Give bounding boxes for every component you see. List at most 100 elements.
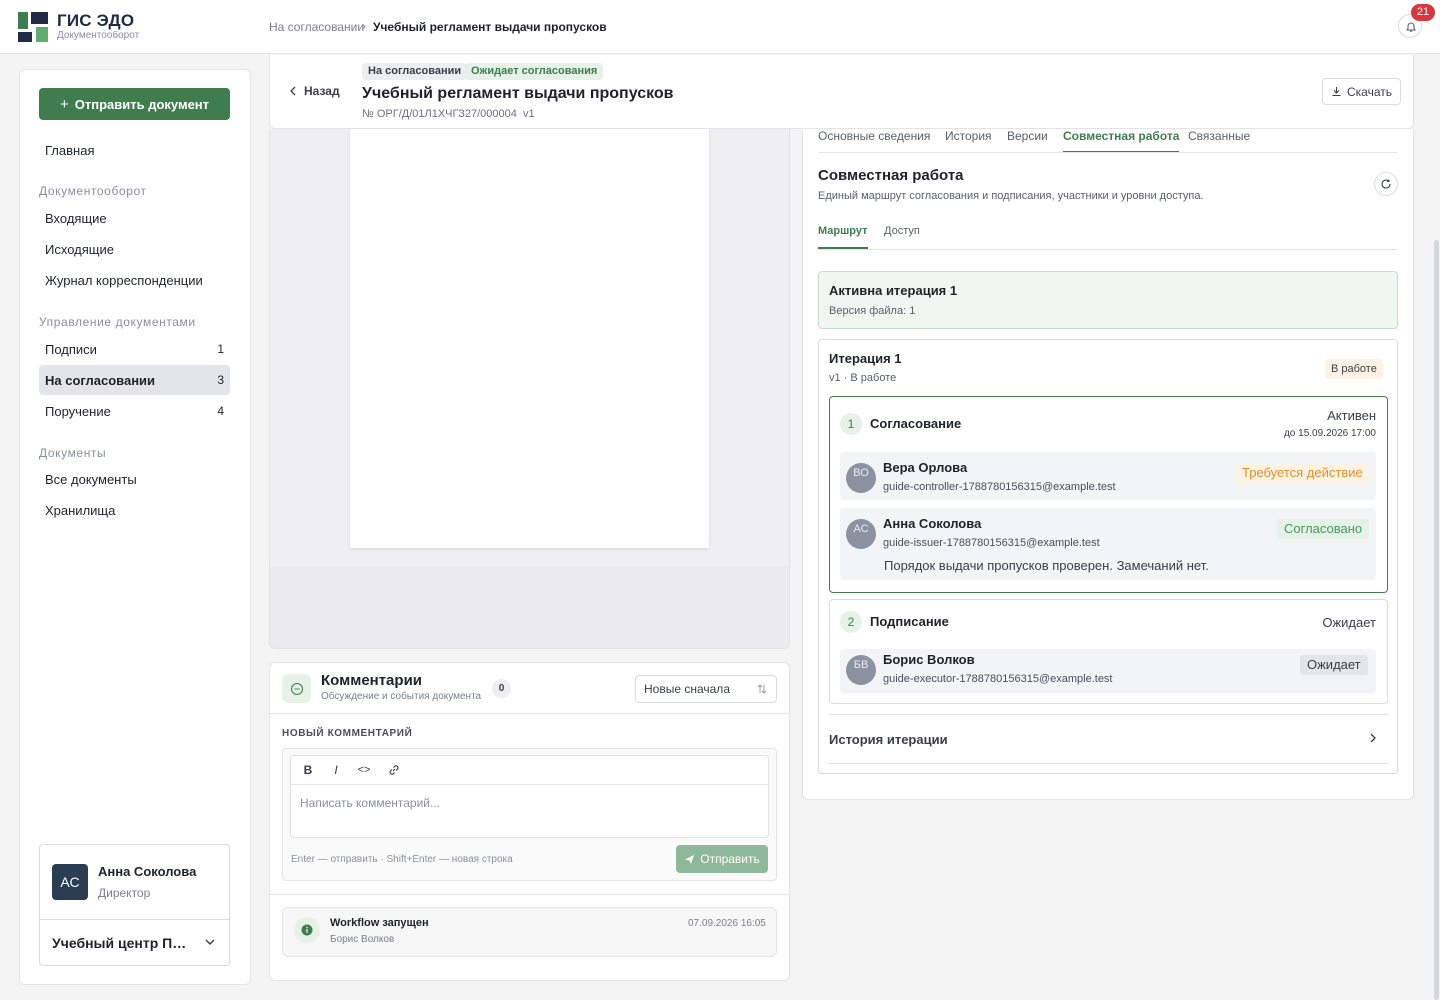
user-role: Директор	[98, 886, 151, 900]
submit-label: Отправить	[700, 852, 760, 866]
comment-input[interactable]: Написать комментарий...	[300, 796, 440, 810]
sidebar-section-title: Документооборот	[39, 184, 147, 198]
tab-versions[interactable]: Версии	[1007, 129, 1048, 153]
sidebar-item-label: Хранилища	[45, 502, 116, 518]
refresh-icon[interactable]	[1374, 172, 1398, 196]
participant-name: Анна Соколова	[883, 516, 982, 531]
new-comment-label: НОВЫЙ КОММЕНТАРИЙ	[282, 728, 413, 739]
divider	[291, 784, 768, 785]
tab-route[interactable]: Маршрут	[818, 225, 868, 249]
chevron-down-icon[interactable]	[202, 934, 218, 950]
tab-access[interactable]: Доступ	[884, 225, 920, 249]
sort-select[interactable]: Новые сначала	[635, 675, 777, 703]
sidebar-item-storage[interactable]: Хранилища	[39, 495, 230, 525]
sidebar-item-all-documents[interactable]: Все документы	[39, 464, 230, 494]
code-button[interactable]: <>	[355, 762, 373, 778]
active-iteration-title: Активна итерация 1	[829, 283, 958, 298]
sidebar-item-label: Журнал корреспонденции	[45, 272, 203, 288]
sidebar-item-label: Входящие	[45, 210, 107, 226]
sidebar-item-assignments[interactable]: Поручение 4	[39, 396, 230, 426]
italic-button[interactable]: I	[327, 762, 345, 778]
avatar: ВО	[846, 463, 876, 493]
divider	[818, 152, 1398, 153]
org-selector[interactable]: Учебный центр Пропусков	[52, 935, 192, 951]
brand-name: ГИС ЭДО	[57, 11, 135, 30]
participant-name: Вера Орлова	[883, 460, 968, 475]
event-item	[282, 907, 777, 957]
chat-icon	[282, 674, 311, 703]
top-bar	[0, 0, 1440, 54]
event-author: Борис Волков	[330, 934, 395, 945]
back-button[interactable]: Назад	[288, 84, 340, 98]
avatar[interactable]: АС	[52, 864, 88, 900]
sidebar-item-signatures[interactable]: Подписи 1	[39, 334, 230, 364]
sidebar-item-count: 4	[217, 404, 224, 418]
send-document-button[interactable]: + Отправить документ	[39, 88, 230, 120]
sidebar-item-home[interactable]: Главная	[39, 135, 230, 165]
divider	[829, 714, 1388, 715]
breadcrumb-current: Учебный регламент выдачи пропусков	[373, 20, 607, 34]
iteration-title: Итерация 1	[829, 351, 902, 366]
comments-count-badge: 0	[492, 679, 511, 698]
sidebar-item-journal[interactable]: Журнал корреспонденции	[39, 265, 230, 295]
submit-comment-button[interactable]: Отправить	[676, 845, 768, 873]
active-iteration-banner	[818, 271, 1398, 329]
sidebar-section-title: Документы	[39, 446, 107, 460]
sidebar-item-outgoing[interactable]: Исходящие	[39, 234, 230, 264]
tab-main-info[interactable]: Основные сведения	[818, 129, 930, 153]
send-document-label: Отправить документ	[74, 96, 210, 112]
logo-icon[interactable]	[18, 12, 50, 42]
participant-email: guide-controller-1788780156315@example.t…	[883, 481, 1116, 493]
participant-email: guide-issuer-1788780156315@example.test	[883, 537, 1100, 549]
scrollbar[interactable]	[1434, 240, 1439, 1000]
iteration-subtitle: v1 · В работе	[829, 372, 897, 384]
file-version: Версия файла: 1	[829, 305, 916, 317]
sidebar-item-incoming[interactable]: Входящие	[39, 203, 230, 233]
chevron-right-icon[interactable]	[1366, 731, 1380, 745]
send-icon	[685, 854, 695, 864]
bold-button[interactable]: B	[299, 762, 317, 778]
sidebar-item-label: Подписи	[45, 341, 97, 357]
divider	[829, 763, 1388, 764]
sort-value: Новые сначала	[644, 682, 730, 696]
status-badge: На согласовании	[362, 63, 468, 80]
link-icon[interactable]	[385, 762, 403, 778]
participant-name: Борис Волков	[883, 652, 975, 667]
tab-collaboration[interactable]: Совместная работа	[1063, 129, 1180, 153]
sidebar-item-label: Все документы	[45, 471, 137, 487]
divider	[818, 249, 1398, 250]
page-title: Учебный регламент выдачи пропусков	[362, 85, 674, 102]
stage-name: Подписание	[870, 614, 949, 629]
plus-icon: +	[59, 95, 69, 113]
sidebar-item-approval[interactable]: На согласовании 3	[39, 365, 230, 395]
stage-number: 2	[840, 611, 862, 633]
sidebar-section-title: Управление документами	[39, 315, 196, 329]
stage-state: Активен	[1327, 408, 1376, 423]
info-icon	[294, 917, 320, 943]
stage-number: 1	[840, 413, 862, 435]
document-page	[350, 129, 709, 548]
iteration-history-toggle[interactable]: История итерации	[829, 732, 948, 747]
tab-history[interactable]: История	[945, 129, 992, 153]
participant-status-badge: Требуется действие	[1235, 463, 1370, 483]
stage-state: Ожидает	[1322, 615, 1376, 630]
event-title: Workflow запущен	[330, 917, 429, 929]
notification-count-badge: 21	[1411, 4, 1435, 21]
download-button[interactable]: Скачать	[1322, 78, 1401, 105]
tab-related[interactable]: Связанные	[1188, 129, 1250, 153]
divider	[270, 713, 789, 714]
comments-subtitle: Обсуждение и события документа	[321, 691, 482, 702]
section-title: Совместная работа	[818, 167, 964, 184]
avatar: АС	[846, 519, 876, 549]
participant-comment: Порядок выдачи пропусков проверен. Замеч…	[884, 558, 1209, 573]
event-time: 07.09.2026 16:05	[688, 918, 766, 929]
chevron-left-icon	[290, 86, 296, 96]
document-number: № ОРГ/Д/01Л1ХЧГЗ27/000004 v1	[362, 108, 535, 120]
sidebar-item-count: 3	[217, 373, 224, 387]
participant-email: guide-executor-1788780156315@example.tes…	[883, 673, 1113, 685]
participant-status-badge: Согласовано	[1277, 519, 1370, 539]
divider	[39, 919, 230, 920]
breadcrumb-parent[interactable]: На согласовании	[269, 20, 364, 34]
section-description: Единый маршрут согласования и подписания…	[818, 190, 1204, 202]
divider	[270, 894, 789, 895]
